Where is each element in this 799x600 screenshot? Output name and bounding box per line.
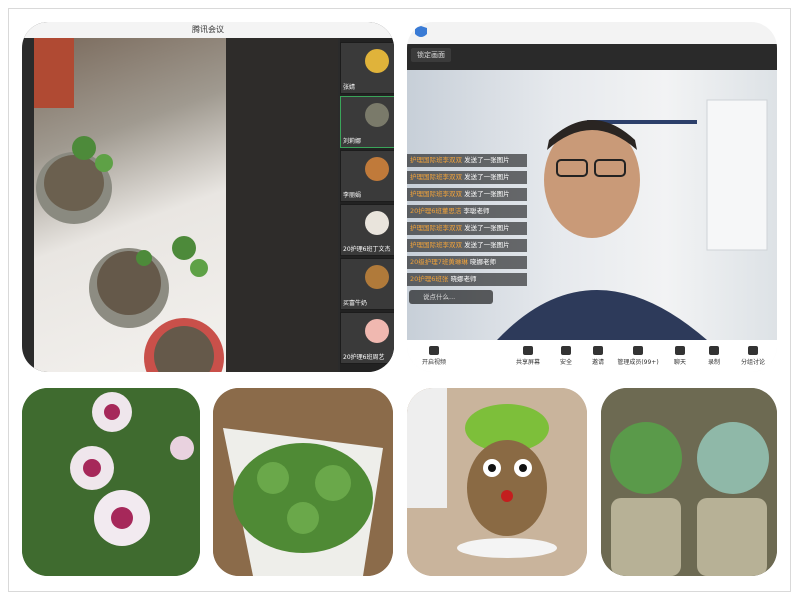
members-button[interactable]: 管理成员(99+)	[613, 346, 663, 366]
participant-name: 20护理6班周艺	[343, 354, 385, 361]
participant-tile[interactable]: 李丽娟	[340, 150, 394, 202]
chat-message: 护理国际班李双双 发送了一张图片	[407, 154, 527, 167]
participant-name: 20护理6班丁文杰	[343, 246, 391, 253]
chat-message: 护理国际班李双双 发送了一张图片	[407, 222, 527, 235]
participant-list[interactable]: 张婧 刘莉娜 李丽娟 20护理6班丁文杰 买富牛奶 20护理6班周艺	[340, 38, 394, 372]
video-button[interactable]: 开启视频	[417, 346, 451, 366]
chat-message: 20护理6班张 晓娜老师	[407, 273, 527, 286]
participant-tile[interactable]: 买富牛奶	[340, 258, 394, 310]
chat-button[interactable]: 聊天	[663, 346, 697, 366]
avatar	[365, 103, 389, 127]
avatar	[365, 265, 389, 289]
shield-icon	[561, 346, 571, 355]
share-screen-button[interactable]: 共享屏幕	[511, 346, 545, 366]
share-icon	[523, 346, 533, 355]
record-icon	[709, 346, 719, 355]
participant-name: 刘莉娜	[343, 138, 362, 145]
breakout-icon	[748, 346, 758, 355]
camera-icon	[429, 346, 439, 355]
chat-message: 护理国际班李双双 发送了一张图片	[407, 239, 527, 252]
lock-screen-button[interactable]: 锁定画面	[411, 48, 451, 62]
chat-message: 护理国际班李双双 发送了一张图片	[407, 188, 527, 201]
call-window: 锁定画面 护理国际班李双双 发送了一张图片 护理国际班李双双 发送了一张图片 护…	[407, 22, 777, 372]
chat-input[interactable]: 说点什么...	[409, 290, 493, 304]
window-topbar	[407, 22, 777, 44]
avatar	[365, 211, 389, 235]
grass-head-doll-photo	[407, 388, 587, 576]
chat-icon	[675, 346, 685, 355]
succulent-jars-photo	[601, 388, 777, 576]
add-user-icon	[593, 346, 603, 355]
avatar	[365, 157, 389, 181]
chat-message: 20护理6班董思洁 李聪老师	[407, 205, 527, 218]
security-button[interactable]: 安全	[549, 346, 583, 366]
chat-message: 20级护理7班黄琳琳 晓娜老师	[407, 256, 527, 269]
invite-button[interactable]: 邀请	[581, 346, 615, 366]
participant-name: 李丽娟	[343, 192, 362, 199]
participant-name: 买富牛奶	[343, 300, 368, 307]
chat-message: 护理国际班李双双 发送了一张图片	[407, 171, 527, 184]
participant-tile[interactable]: 20护理6班丁文杰	[340, 204, 394, 256]
participant-tile[interactable]: 刘莉娜	[340, 96, 394, 148]
video-area	[226, 38, 338, 372]
avatar	[365, 319, 389, 343]
participant-tile[interactable]: 20护理6班周艺	[340, 312, 394, 364]
shared-plant-photo	[34, 38, 226, 372]
shield-icon[interactable]	[407, 22, 437, 44]
venus-flytrap-photo	[213, 388, 393, 576]
record-button[interactable]: 录制	[697, 346, 731, 366]
participant-tile[interactable]: 张婧	[340, 42, 394, 94]
lock-bar: 锁定画面	[407, 44, 777, 70]
meeting-toolbar: 开启视频 共享屏幕 安全 邀请 管理成员(99+) 聊天 录制 分组讨论	[407, 340, 777, 372]
window-title: 腾讯会议	[22, 22, 394, 38]
users-icon	[633, 346, 643, 355]
dianthus-photo	[22, 388, 200, 576]
breakout-button[interactable]: 分组讨论	[733, 346, 773, 366]
chat-overlay: 护理国际班李双双 发送了一张图片 护理国际班李双双 发送了一张图片 护理国际班李…	[407, 154, 527, 290]
participant-name: 张婧	[343, 84, 356, 91]
avatar	[365, 49, 389, 73]
meeting-window: 腾讯会议 张婧 刘莉娜 李丽娟 20护理6班丁文杰 买富牛奶 20护理6班周艺	[22, 22, 394, 372]
